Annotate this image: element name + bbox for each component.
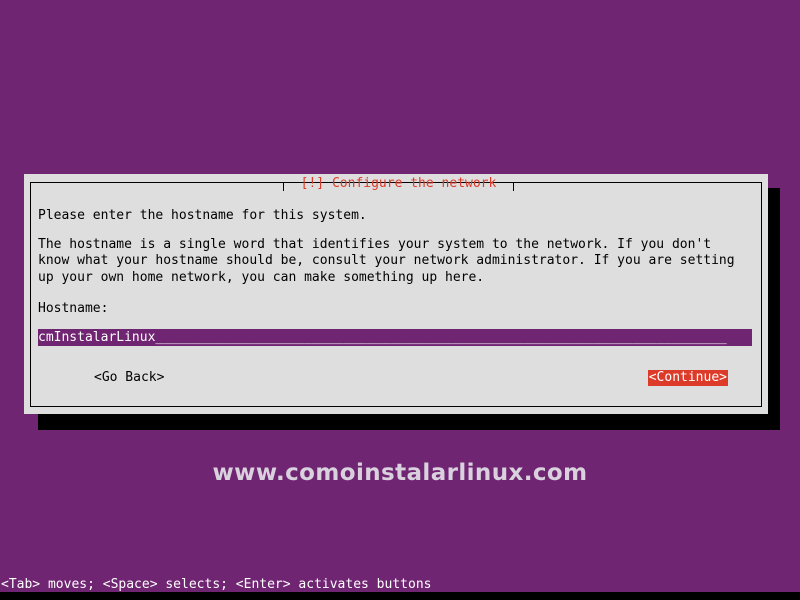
go-back-button[interactable]: <Go Back>: [94, 369, 164, 387]
page-title: [!] Configure the network: [300, 176, 497, 191]
hostname-label: Hostname:: [38, 300, 109, 316]
continue-button[interactable]: <Continue>: [647, 370, 728, 386]
configure-network-dialog: [!] Configure the network Please enter t…: [24, 174, 768, 414]
bottom-black-strip: [0, 592, 800, 600]
explanation-text: The hostname is a single word that ident…: [38, 237, 735, 285]
site-watermark: www.comoinstalarlinux.com: [212, 460, 588, 486]
titlebar-tick-right: [513, 182, 514, 191]
intro-text: Please enter the hostname for this syste…: [38, 208, 367, 223]
hostname-input-value: cmInstalarLinux: [38, 330, 156, 346]
titlebar-rule-left: [30, 182, 283, 183]
keyboard-hints-statusbar: <Tab> moves; <Space> selects; <Enter> ac…: [1, 577, 432, 592]
titlebar-rule-right: [514, 182, 762, 183]
hostname-input[interactable]: cmInstalarLinux_________________________…: [38, 329, 752, 347]
dialog-titlebar: [!] Configure the network: [30, 174, 762, 191]
dialog-body: Please enter the hostname for this syste…: [38, 208, 754, 347]
hostname-input-filler: ________________________________________…: [155, 330, 727, 346]
dialog-button-row: <Go Back> <Continue>: [38, 369, 754, 387]
installer-screen: [!] Configure the network Please enter t…: [0, 0, 800, 600]
